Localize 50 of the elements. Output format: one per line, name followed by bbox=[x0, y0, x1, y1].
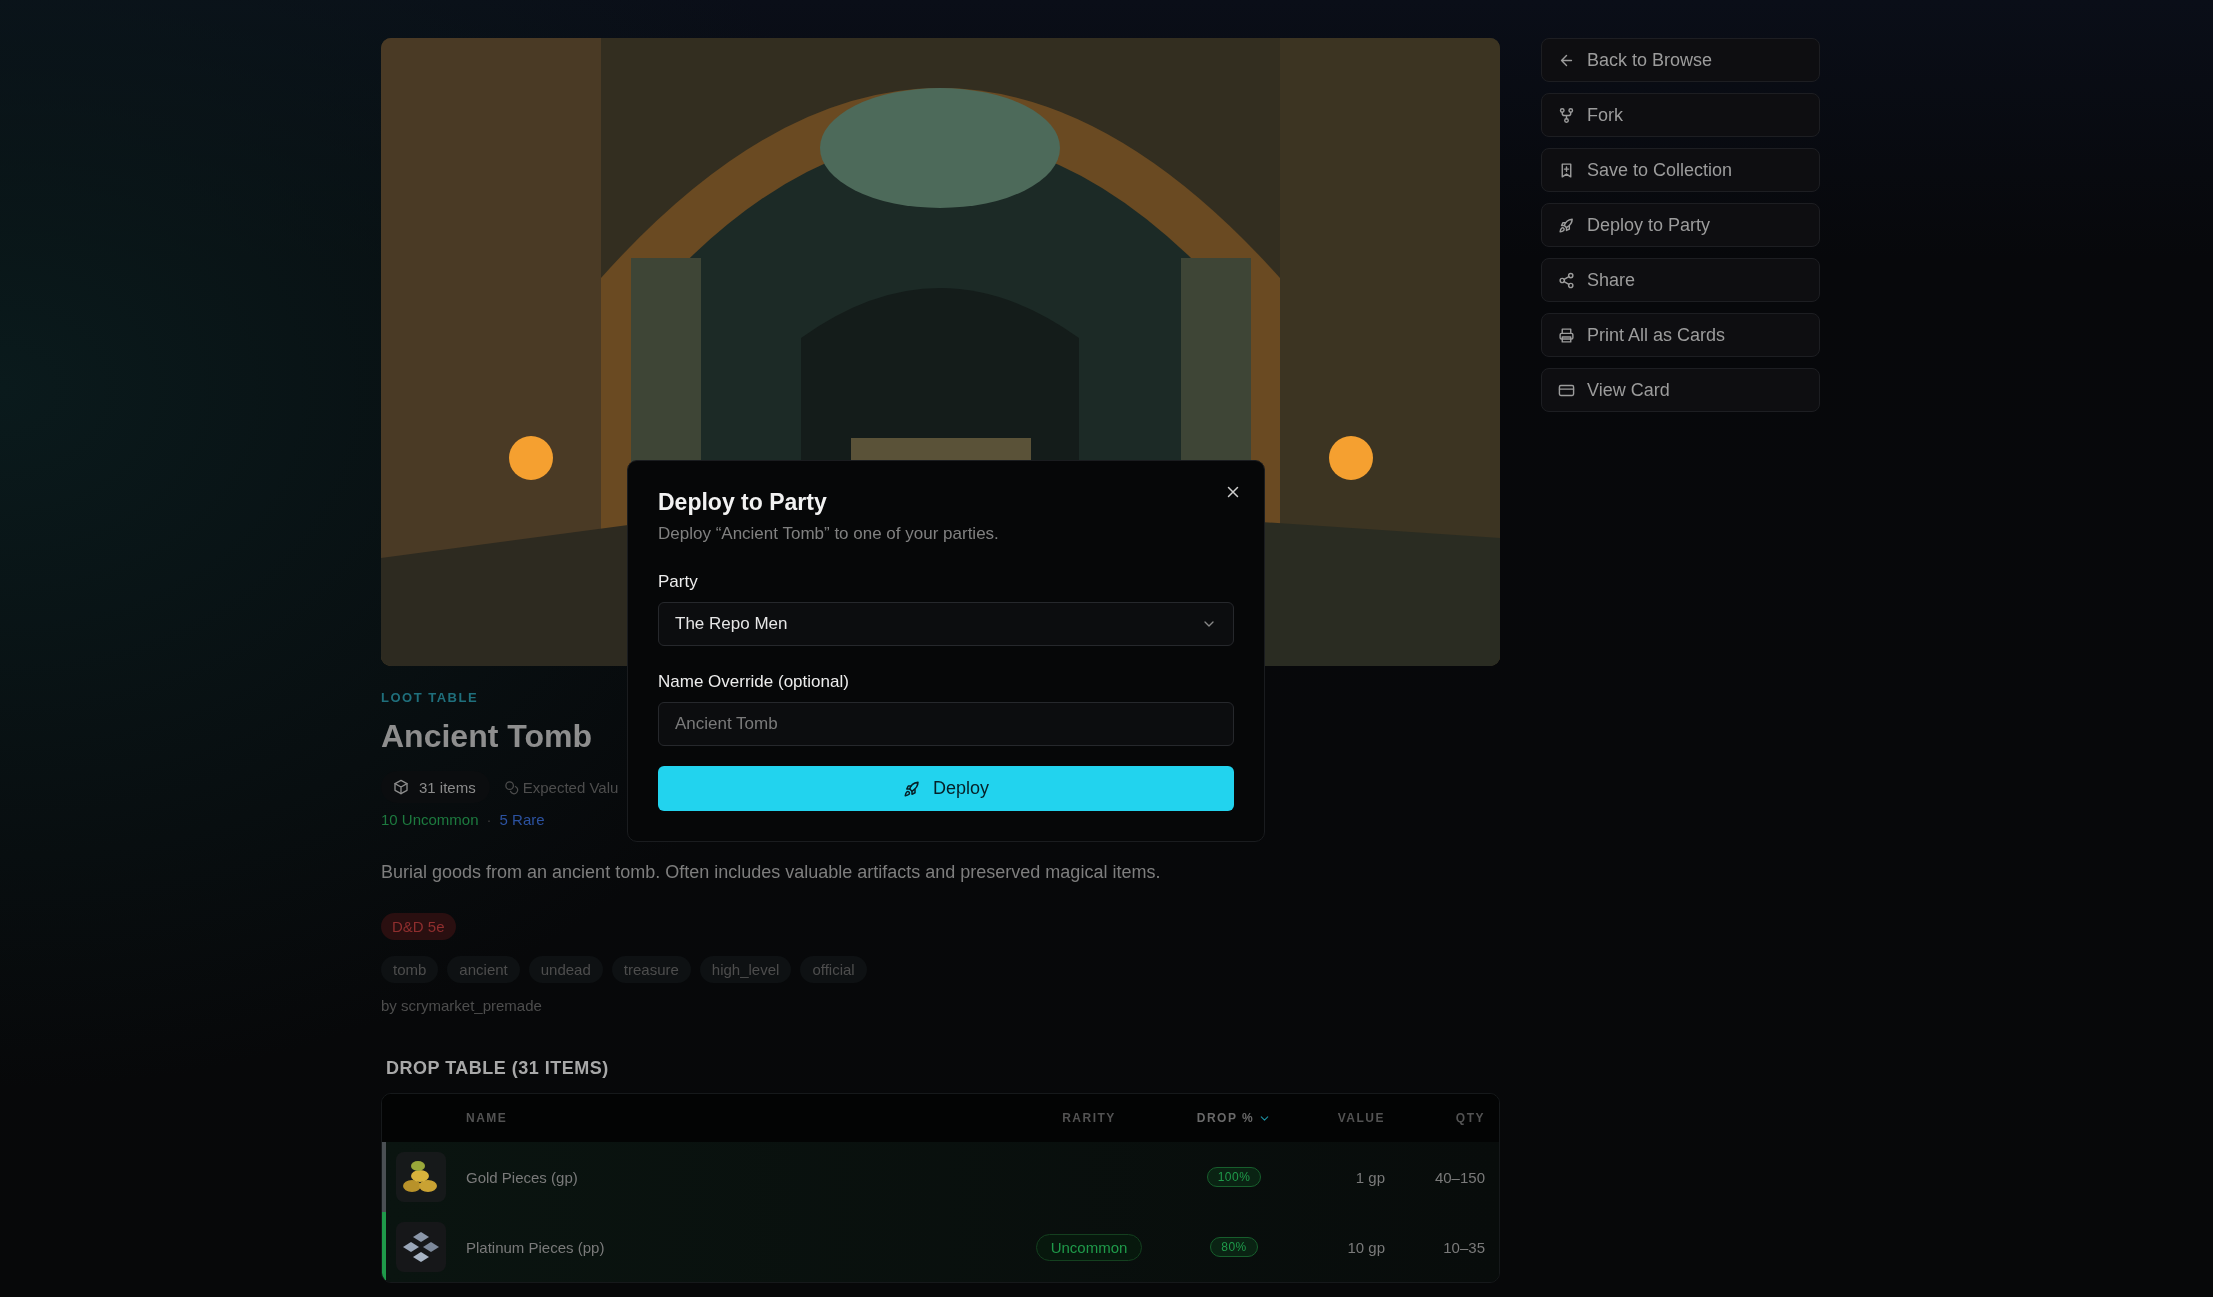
action-button[interactable]: Back to Browse bbox=[1541, 38, 1820, 82]
column-header[interactable]: DROP % bbox=[1196, 1111, 1255, 1125]
drop-rate-badge: 100% bbox=[1206, 1167, 1262, 1187]
rocket-icon bbox=[1558, 216, 1575, 234]
separator-dot: · bbox=[486, 811, 492, 828]
share-icon bbox=[1558, 271, 1575, 289]
column-header[interactable]: RARITY bbox=[1062, 1111, 1116, 1125]
page-title: Ancient Tomb bbox=[381, 717, 592, 755]
column-header[interactable]: NAME bbox=[466, 1111, 508, 1125]
category-label: LOOT TABLE bbox=[381, 690, 479, 705]
section-title: DROP TABLE (31 ITEMS) bbox=[386, 1058, 610, 1079]
system-badge: D&D 5e bbox=[381, 913, 456, 940]
value-cell: 10 gp bbox=[1347, 1238, 1385, 1256]
party-select[interactable]: The Repo Men bbox=[658, 602, 1234, 646]
stacked-tiles-icon bbox=[396, 1222, 446, 1272]
cube-icon bbox=[393, 779, 409, 795]
quantity-cell: 10–35 bbox=[1443, 1238, 1485, 1256]
item-name: Gold Pieces (gp) bbox=[466, 1168, 578, 1186]
coins-icon bbox=[503, 779, 519, 795]
deploy-button[interactable]: Deploy bbox=[658, 766, 1234, 811]
action-button[interactable]: Save to Collection bbox=[1541, 148, 1820, 192]
drop-rate-badge: 80% bbox=[1210, 1237, 1258, 1257]
action-button[interactable]: Deploy to Party bbox=[1541, 203, 1820, 247]
printer-icon bbox=[1558, 326, 1575, 344]
table-row[interactable]: Platinum Pieces (pp) Uncommon 80% 10 gp 10–35 bbox=[382, 1212, 1499, 1282]
field-label: Party bbox=[658, 572, 699, 592]
rarity-count: 10 Uncommon bbox=[381, 811, 479, 828]
quantity-cell: 40–150 bbox=[1434, 1168, 1485, 1186]
action-button[interactable]: Fork bbox=[1541, 93, 1820, 137]
dialog-title: Deploy to Party bbox=[658, 489, 828, 516]
action-button[interactable]: Print All as Cards bbox=[1541, 313, 1820, 357]
action-button[interactable]: View Card bbox=[1541, 368, 1820, 412]
dialog-subtitle: Deploy “Ancient Tomb” to one of your parties. bbox=[658, 524, 1000, 544]
column-header[interactable]: VALUE bbox=[1337, 1111, 1385, 1125]
action-button[interactable]: Share bbox=[1541, 258, 1820, 302]
fork-icon bbox=[1558, 106, 1575, 124]
stat-chip: 31 items bbox=[381, 771, 490, 803]
coin-pile-icon bbox=[396, 1152, 446, 1202]
value-cell: 1 gp bbox=[1355, 1168, 1385, 1186]
field-label: Name Override (optional) bbox=[658, 672, 850, 692]
table-row[interactable]: Gold Pieces (gp) 100% 1 gp 40–150 bbox=[382, 1142, 1499, 1212]
column-header[interactable]: QTY bbox=[1455, 1111, 1485, 1125]
rocket-icon bbox=[903, 779, 921, 798]
description: Burial goods from an ancient tomb. Often includes valuable artifacts and preserved magical items. bbox=[381, 862, 1161, 883]
author-label: by scrymarket_premade bbox=[381, 997, 542, 1014]
rarity-badge: Uncommon bbox=[1035, 1233, 1143, 1261]
stat-label: Expected Valu bbox=[503, 771, 619, 803]
input-field[interactable]: Ancient Tomb bbox=[658, 702, 1234, 746]
rarity-count: 5 Rare bbox=[499, 811, 545, 828]
item-name: Platinum Pieces (pp) bbox=[466, 1238, 605, 1256]
